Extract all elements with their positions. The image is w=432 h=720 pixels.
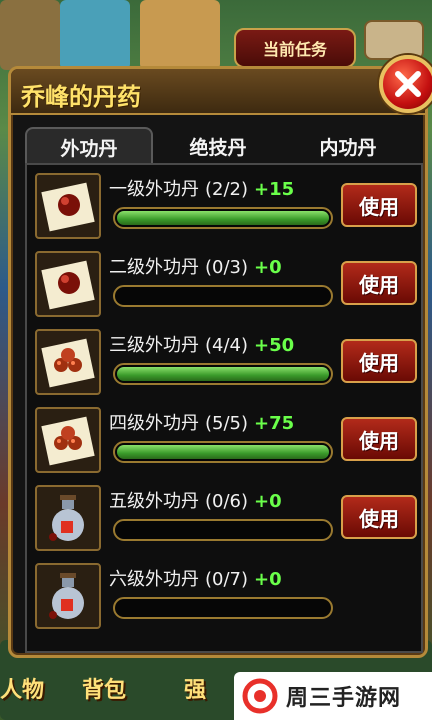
pill-pile-icon [41, 338, 95, 388]
pill-title: 四级外功丹 [109, 413, 199, 434]
pill-progress-fill [117, 211, 329, 225]
watermark-logo-icon [242, 678, 278, 714]
pill-count: (5/5) [205, 413, 249, 434]
use-button[interactable]: 使用 [341, 417, 417, 461]
pill-name: 五级外功丹 (0/6) +0 [109, 487, 282, 513]
pill-icon-frame [35, 563, 101, 629]
pill-name: 四级外功丹 (5/5) +75 [109, 409, 294, 435]
pill-title: 一级外功丹 [109, 179, 199, 200]
potion-bottle-icon [49, 495, 84, 541]
pill-icon-frame [35, 173, 101, 239]
background-tile [0, 0, 60, 70]
pill-row: 四级外功丹 (5/5) +75 使用 [35, 405, 417, 475]
dialog-title-bar: 乔峰的丹药 [11, 69, 425, 115]
scroll-decoration [140, 0, 220, 70]
pill-progress-fill [117, 445, 329, 459]
pill-pile-icon [41, 416, 95, 466]
single-pill-icon [41, 260, 95, 310]
pill-title: 二级外功丹 [109, 257, 199, 278]
tab-outer-pill[interactable]: 外功丹 [25, 127, 153, 165]
use-button[interactable]: 使用 [341, 339, 417, 383]
gift-box-decoration [60, 0, 130, 70]
pill-icon-frame [35, 329, 101, 395]
pill-bonus: +0 [254, 491, 282, 512]
pill-row: 二级外功丹 (0/3) +0 使用 [35, 249, 417, 319]
pill-list: 一级外功丹 (2/2) +15 使用 二级外功丹 (0/3) +0 使用 三级外功丹 (4/4) +… [25, 163, 423, 653]
pill-tabs: 外功丹 绝技丹 内功丹 [25, 127, 423, 165]
nav-character[interactable]: 人物 [0, 672, 44, 704]
pill-dialog: 乔峰的丹药 外功丹 绝技丹 内功丹 一级外功丹 (2/2) +15 使用 二级外功丹 (0… [8, 55, 432, 658]
watermark-text: 周三手游网 [286, 686, 402, 711]
nav-enhance[interactable]: 强 [184, 672, 206, 704]
tab-skill-pill[interactable]: 绝技丹 [153, 127, 283, 165]
pill-name: 六级外功丹 (0/7) +0 [109, 565, 282, 591]
pill-progress-bar [113, 597, 333, 619]
pill-count: (0/3) [205, 257, 249, 278]
pill-progress-bar [113, 363, 333, 385]
pill-row: 六级外功丹 (0/7) +0 [35, 561, 415, 631]
pill-bonus: +50 [254, 335, 295, 356]
use-button[interactable]: 使用 [341, 183, 417, 227]
pill-count: (4/4) [205, 335, 249, 356]
nav-backpack[interactable]: 背包 [82, 672, 126, 704]
pill-progress-bar [113, 441, 333, 463]
pill-progress-bar [113, 285, 333, 307]
watermark: 周三手游网 [234, 672, 432, 720]
scroll-icon[interactable] [364, 20, 424, 60]
pill-progress-bar [113, 519, 333, 541]
pill-count: (0/7) [205, 569, 249, 590]
pill-progress-bar [113, 207, 333, 229]
pill-title: 六级外功丹 [109, 569, 199, 590]
pill-row: 三级外功丹 (4/4) +50 使用 [35, 327, 417, 397]
current-task-button[interactable]: 当前任务 [234, 28, 356, 68]
pill-name: 三级外功丹 (4/4) +50 [109, 331, 294, 357]
use-button[interactable]: 使用 [341, 261, 417, 305]
pill-icon-frame [35, 485, 101, 551]
pill-title: 三级外功丹 [109, 335, 199, 356]
pill-icon-frame [35, 407, 101, 473]
pill-bonus: +15 [254, 179, 295, 200]
close-button[interactable] [379, 55, 432, 113]
use-button[interactable]: 使用 [341, 495, 417, 539]
single-pill-icon [41, 182, 95, 232]
pill-bonus: +0 [254, 257, 282, 278]
pill-count: (0/6) [205, 491, 249, 512]
pill-row: 五级外功丹 (0/6) +0 使用 [35, 483, 417, 553]
pill-count: (2/2) [205, 179, 249, 200]
pill-bonus: +0 [254, 569, 282, 590]
potion-bottle-icon [49, 573, 84, 619]
pill-name: 二级外功丹 (0/3) +0 [109, 253, 282, 279]
close-icon [395, 71, 421, 97]
pill-title: 五级外功丹 [109, 491, 199, 512]
pill-icon-frame [35, 251, 101, 317]
pill-row: 一级外功丹 (2/2) +15 使用 [35, 171, 417, 241]
pill-name: 一级外功丹 (2/2) +15 [109, 175, 294, 201]
dialog-title: 乔峰的丹药 [21, 83, 141, 111]
pill-bonus: +75 [254, 413, 295, 434]
tab-inner-pill[interactable]: 内功丹 [283, 127, 413, 165]
pill-progress-fill [117, 367, 329, 381]
